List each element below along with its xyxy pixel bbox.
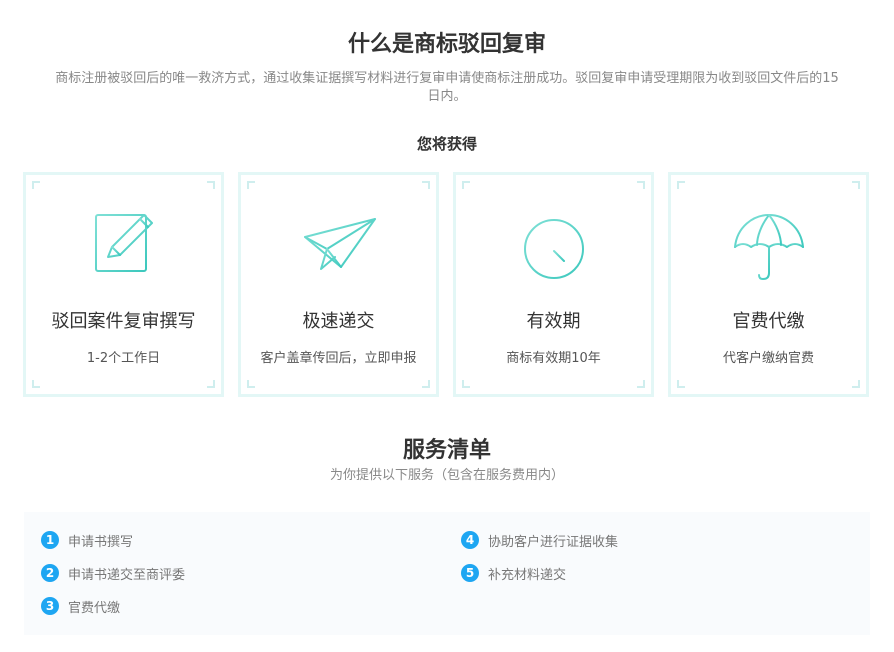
document-pencil-icon bbox=[94, 214, 153, 272]
service-item-label: 官费代缴 bbox=[68, 600, 121, 616]
number-badge: 5 bbox=[461, 564, 479, 582]
service-list-subtitle: 为你提供以下服务（包含在服务费用内） bbox=[329, 468, 564, 483]
umbrella-icon bbox=[733, 208, 804, 280]
card-corner bbox=[637, 380, 645, 388]
card-corner bbox=[462, 380, 470, 388]
card-corner bbox=[422, 380, 430, 388]
service-item: 5 补充材料递交 bbox=[461, 563, 566, 583]
card-subtitle: 客户盖章传回后，立即申报 bbox=[260, 351, 417, 366]
benefit-card-fee: 官费代缴 代客户缴纳官费 bbox=[668, 172, 869, 397]
card-corner bbox=[462, 181, 470, 189]
benefits-heading: 您将获得 bbox=[416, 135, 477, 153]
card-corner bbox=[852, 181, 860, 189]
service-item-label: 申请书递交至商评委 bbox=[68, 567, 186, 583]
card-title: 极速递交 bbox=[302, 311, 375, 332]
card-subtitle: 商标有效期10年 bbox=[506, 351, 601, 366]
card-corner bbox=[852, 380, 860, 388]
service-item-label: 申请书撰写 bbox=[68, 534, 134, 550]
card-title: 官费代缴 bbox=[732, 311, 805, 332]
page-title: 什么是商标驳回复审 bbox=[347, 32, 546, 57]
service-item: 1 申请书撰写 bbox=[41, 530, 133, 550]
card-corner bbox=[677, 181, 685, 189]
benefit-card-submit: 极速递交 客户盖章传回后，立即申报 bbox=[238, 172, 439, 397]
number-badge: 3 bbox=[41, 597, 59, 615]
number-badge: 2 bbox=[41, 564, 59, 582]
number-badge: 4 bbox=[461, 531, 479, 549]
card-corner bbox=[32, 181, 40, 189]
benefit-card-writing: 驳回案件复审撰写 1-2个工作日 bbox=[23, 172, 224, 397]
card-corner bbox=[247, 181, 255, 189]
card-corner bbox=[207, 380, 215, 388]
card-corner bbox=[422, 181, 430, 189]
card-title: 有效期 bbox=[526, 311, 581, 332]
service-item-label: 协助客户进行证据收集 bbox=[488, 534, 619, 550]
card-corner bbox=[677, 380, 685, 388]
paper-plane-icon bbox=[303, 218, 376, 270]
card-subtitle: 1-2个工作日 bbox=[86, 351, 161, 366]
service-item: 4 协助客户进行证据收集 bbox=[461, 530, 618, 550]
service-list: 1 申请书撰写 2 申请书递交至商评委 3 官费代缴 4 协助客户进行证据收集 … bbox=[24, 512, 870, 635]
stopwatch-icon bbox=[523, 210, 584, 279]
card-corner bbox=[207, 181, 215, 189]
number-badge: 1 bbox=[41, 531, 59, 549]
service-item-label: 补充材料递交 bbox=[488, 567, 567, 583]
page-description: 商标注册被驳回后的唯一救济方式，通过收集证据撰写材料进行复审申请使商标注册成功。… bbox=[55, 71, 839, 104]
benefit-card-validity: 有效期 商标有效期10年 bbox=[453, 172, 654, 397]
card-title: 驳回案件复审撰写 bbox=[51, 311, 196, 332]
service-item: 3 官费代缴 bbox=[41, 596, 120, 616]
service-item: 2 申请书递交至商评委 bbox=[41, 563, 185, 583]
service-list-title: 服务清单 bbox=[402, 438, 491, 463]
card-corner bbox=[637, 181, 645, 189]
card-subtitle: 代客户缴纳官费 bbox=[722, 351, 814, 366]
card-corner bbox=[32, 380, 40, 388]
card-corner bbox=[247, 380, 255, 388]
